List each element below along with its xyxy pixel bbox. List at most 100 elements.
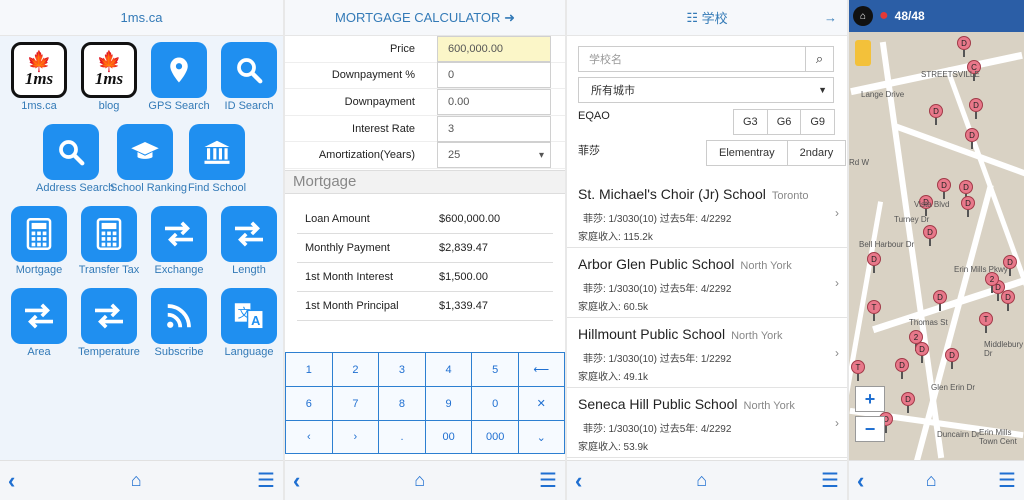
school-list-item[interactable]: Hillmount Public School North York 菲莎: 1/3… — [567, 318, 847, 388]
mortgage-header[interactable]: MORTGAGE CALCULATOR ➜ — [285, 0, 565, 36]
map-marker[interactable]: D — [915, 342, 929, 363]
tile-label: Length — [232, 264, 266, 276]
keypad-key[interactable]: 0 — [471, 386, 518, 420]
keypad-key[interactable]: ⟵ — [517, 352, 565, 386]
school-name: Arbor Glen Public School North York — [578, 256, 792, 272]
keypad-key[interactable]: . — [378, 420, 425, 454]
result-value: $1,500.00 — [439, 271, 488, 283]
map-marker[interactable]: 2 — [985, 272, 999, 293]
school-name: St. Michael's Choir (Jr) School Toronto — [578, 186, 809, 202]
keypad-key[interactable]: 7 — [331, 386, 379, 420]
keypad-key[interactable]: 4 — [424, 352, 472, 386]
map-header: ⌂ ● 48/48 — [849, 0, 1024, 32]
back-icon[interactable]: ‹ — [575, 468, 582, 494]
keypad-key[interactable]: 000 — [471, 420, 518, 454]
tile-1ms-ca[interactable]: 🍁 1ms 1ms.ca — [4, 42, 74, 112]
school-list-item[interactable]: Arbor Glen Public School North York 菲莎: 1/… — [567, 248, 847, 318]
grade-button-g9[interactable]: G9 — [800, 109, 836, 135]
map-marker[interactable]: T — [979, 312, 993, 333]
map-marker[interactable]: D — [965, 128, 979, 149]
mortgage-calculator-panel: MORTGAGE CALCULATOR ➜ Price 600,000.00 Dow… — [285, 0, 565, 500]
tile-area[interactable]: Area — [4, 288, 74, 358]
map-marker[interactable]: D — [957, 36, 971, 57]
tile-blog[interactable]: 🍁 1ms blog — [74, 42, 144, 112]
keypad-key[interactable]: ⌄ — [517, 420, 565, 454]
tile-subscribe[interactable]: Subscribe — [144, 288, 214, 358]
back-icon[interactable]: ‹ — [293, 468, 300, 494]
menu-icon[interactable]: ☰ — [821, 468, 839, 493]
grade-button-g6[interactable]: G6 — [766, 109, 802, 135]
map-marker[interactable]: D — [961, 196, 975, 217]
map-marker[interactable]: D — [901, 392, 915, 413]
tile-address-search[interactable]: Address Search — [36, 124, 114, 194]
zoom-out-button[interactable]: − — [855, 416, 885, 442]
field-price-input[interactable]: 600,000.00 — [437, 35, 551, 62]
keypad-key[interactable]: 2 — [331, 352, 379, 386]
keypad-key[interactable]: 5 — [471, 352, 518, 386]
map-marker-label: D — [961, 196, 975, 210]
field-amortization-years--input[interactable]: 25 ▾ — [437, 142, 551, 169]
keypad-key[interactable]: ‹ — [285, 420, 332, 454]
tile-mortgage[interactable]: Mortgage — [4, 206, 74, 276]
menu-icon[interactable]: ☰ — [539, 468, 557, 493]
field-downpayment--input[interactable]: 0 — [437, 62, 551, 89]
map-marker-label: D — [901, 392, 915, 406]
tile-temperature[interactable]: Temperature — [74, 288, 144, 358]
keypad-key[interactable]: 3 — [378, 352, 425, 386]
map-marker[interactable]: T — [851, 360, 865, 381]
zoom-in-button[interactable]: + — [855, 386, 885, 412]
map-panel[interactable]: ⌂ ● 48/48 STREETSVILLE Thomas St Erin Mill… — [849, 0, 1024, 500]
school-list-item[interactable]: St. Michael's Choir (Jr) School Toronto 菲莎… — [567, 178, 847, 248]
school-ranking: 菲莎: 1/3030(10) 过去5年: 1/2292 — [583, 354, 732, 365]
street-view-pegman-icon[interactable] — [855, 40, 871, 66]
map-marker[interactable]: D — [895, 358, 909, 379]
grade-button-g3[interactable]: G3 — [733, 109, 768, 135]
tile-language[interactable]: 文 A Language — [214, 288, 283, 358]
home-icon[interactable]: ⌂ — [853, 6, 873, 26]
map-marker[interactable]: D — [945, 348, 959, 369]
map-marker[interactable]: D — [923, 225, 937, 246]
keypad-key[interactable]: 8 — [378, 386, 425, 420]
map-marker[interactable]: T — [867, 300, 881, 321]
field-downpayment-input[interactable]: 0.00 — [437, 88, 551, 115]
map-street-label: Erin Mills Pkwy — [954, 265, 1008, 274]
menu-icon[interactable]: ☰ — [257, 468, 275, 493]
search-icon[interactable]: ⌕ — [805, 47, 833, 71]
tile-transfer-tax[interactable]: Transfer Tax — [74, 206, 144, 276]
home-icon[interactable]: ⌂ — [131, 470, 142, 491]
back-icon[interactable]: ‹ — [8, 468, 15, 494]
home-icon[interactable]: ⌂ — [696, 470, 707, 491]
tile-id-search[interactable]: ID Search — [214, 42, 283, 112]
keypad-key[interactable]: ✕ — [517, 386, 565, 420]
school-name: Hillmount Public School North York — [578, 326, 783, 342]
field-label: Amortization(Years) — [318, 149, 415, 162]
map-marker[interactable]: D — [867, 252, 881, 273]
keypad-key[interactable]: 6 — [285, 386, 332, 420]
keypad-key[interactable]: 00 — [424, 420, 472, 454]
map-marker[interactable]: D — [929, 104, 943, 125]
field-interest-rate-input[interactable]: 3 — [437, 115, 551, 142]
map-marker[interactable]: D — [937, 178, 951, 199]
home-icon[interactable]: ⌂ — [414, 470, 425, 491]
search-input[interactable]: 学校名 — [579, 47, 805, 71]
menu-icon[interactable]: ☰ — [998, 468, 1016, 493]
level-button-elementray[interactable]: Elementray — [706, 140, 788, 166]
home-icon[interactable]: ⌂ — [926, 470, 937, 491]
keypad-key[interactable]: › — [331, 420, 379, 454]
tile-exchange[interactable]: Exchange — [144, 206, 214, 276]
back-icon[interactable]: ‹ — [857, 468, 864, 494]
tile-find-school[interactable]: Find School — [182, 124, 252, 194]
level-button-2ndary[interactable]: 2ndary — [786, 140, 847, 166]
tile-length[interactable]: Length — [214, 206, 283, 276]
school-list-item[interactable]: Seneca Hill Public School North York 菲莎: 1… — [567, 388, 847, 458]
keypad-key[interactable]: 1 — [285, 352, 332, 386]
tile-school-ranking[interactable]: School Ranking — [110, 124, 187, 194]
keypad-key[interactable]: 9 — [424, 386, 472, 420]
arrow-right-icon[interactable]: → — [824, 10, 837, 25]
tile-gps-search[interactable]: GPS Search — [144, 42, 214, 112]
map-marker[interactable]: D — [969, 98, 983, 119]
city-select[interactable]: 所有城市 ▼ — [578, 77, 834, 103]
map-marker[interactable]: D — [1001, 290, 1015, 311]
map-marker[interactable]: D — [933, 290, 947, 311]
map-marker-label: D — [915, 342, 929, 356]
